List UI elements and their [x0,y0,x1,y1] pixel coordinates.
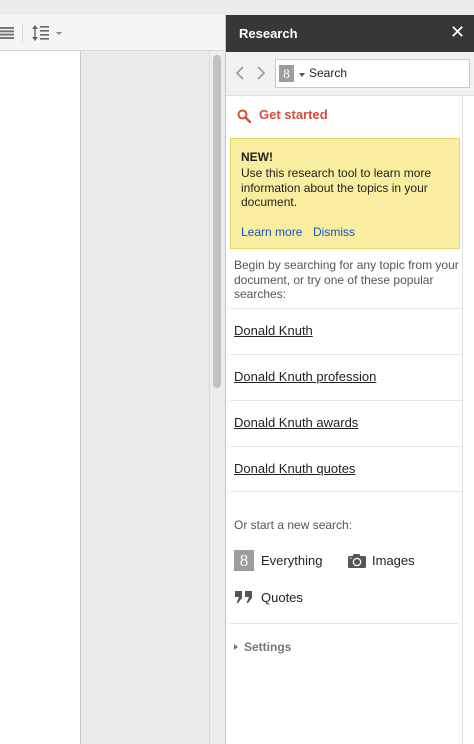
google-g-icon[interactable]: 8 [279,65,294,82]
search-box: 8 [275,59,470,88]
list-item: Donald Knuth [230,308,462,354]
document-scrollbar-thumb[interactable] [213,55,221,388]
document-toolbar [0,15,225,51]
research-panel: Research ✕ 8 Get started NEW! Use this r… [225,15,474,744]
search-type-quotes[interactable]: Quotes [234,587,334,609]
search-input[interactable] [309,66,459,80]
search-type-label: Everything [261,553,323,568]
panel-scrollbar[interactable] [462,96,474,744]
list-item: Donald Knuth profession [230,354,462,400]
list-item: Donald Knuth awards [230,400,462,446]
search-type-label: Images [372,553,415,568]
document-canvas [0,51,225,744]
panel-title: Research [239,26,298,41]
new-feature-notice: NEW! Use this research tool to learn mor… [230,138,460,249]
research-panel-header: Research ✕ [226,15,474,52]
notice-title: NEW! [241,150,273,164]
back-icon[interactable] [235,66,245,80]
divider [230,623,458,624]
chevron-right-icon [234,644,238,650]
list-item: Donald Knuth quotes [230,446,462,492]
suggested-search-link[interactable]: Donald Knuth [234,323,313,338]
camera-icon [347,553,367,569]
search-row: 8 [226,52,474,96]
align-icon[interactable] [0,26,14,39]
notice-body: Use this research tool to learn more inf… [241,166,432,209]
suggested-search-link[interactable]: Donald Knuth quotes [234,461,355,476]
toolbar-separator [22,23,23,43]
suggested-search-link[interactable]: Donald Knuth awards [234,415,358,430]
suggested-searches: Donald Knuth Donald Knuth profession Don… [230,308,462,492]
chevron-down-icon[interactable] [299,73,305,77]
close-icon[interactable]: ✕ [450,23,465,41]
google-g-icon: 8 [234,550,254,571]
line-spacing-icon[interactable] [31,24,65,42]
intro-text: Begin by searching for any topic from yo… [234,258,459,301]
document-page[interactable] [0,51,81,744]
get-started-label: Get started [259,107,328,122]
forward-icon[interactable] [256,66,266,80]
learn-more-link[interactable]: Learn more [241,225,302,239]
search-type-label: Quotes [261,590,303,605]
quote-icon [234,590,254,604]
search-type-images[interactable]: Images [347,550,447,572]
search-icon [237,109,252,124]
dismiss-link[interactable]: Dismiss [313,225,355,239]
new-search-label: Or start a new search: [234,518,353,532]
settings-label: Settings [244,640,292,654]
suggested-search-link[interactable]: Donald Knuth profession [234,369,376,384]
